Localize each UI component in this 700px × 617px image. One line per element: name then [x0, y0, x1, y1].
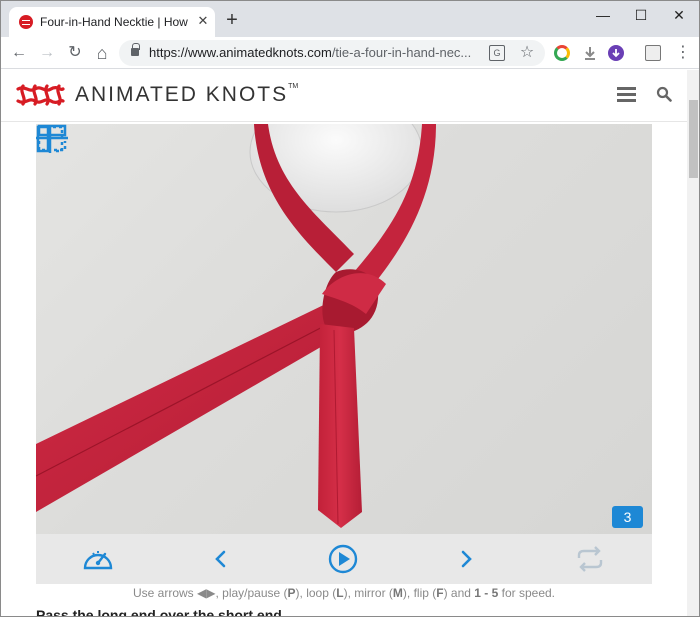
tab-close-icon[interactable]: ✕	[195, 12, 211, 30]
tab-strip: Four-in-Hand Necktie | How to ✕ + — ☐ ✕	[1, 1, 699, 37]
animated-knots-favicon-icon	[19, 15, 33, 29]
site-header: ANIMATED KNOTSTM	[1, 70, 687, 122]
extension-window-icon[interactable]	[645, 45, 661, 61]
keyboard-shortcuts-hint: Use arrows ◀▶, play/pause (P), loop (L),…	[132, 586, 555, 600]
maximize-button[interactable]: ☐	[626, 3, 656, 27]
step-number-badge: 3	[612, 506, 643, 528]
home-button[interactable]: ⌂	[90, 41, 114, 65]
loop-icon[interactable]	[574, 544, 606, 574]
player-controls	[36, 534, 652, 584]
flip-toggle-icon[interactable]	[36, 124, 68, 152]
reload-button[interactable]: ↻	[63, 41, 87, 65]
lock-icon	[131, 43, 140, 56]
browser-toolbar: ← → ↻ ⌂ https://www.animatedknots.com/ti…	[1, 37, 699, 69]
address-bar[interactable]: https://www.animatedknots.com/tie-a-four…	[119, 40, 545, 66]
translate-icon[interactable]: G	[489, 45, 505, 61]
bookmark-star-icon[interactable]: ☆	[518, 42, 536, 62]
page-scrollbar[interactable]	[687, 70, 699, 616]
hamburger-menu-icon[interactable]	[617, 87, 636, 102]
play-pause-icon[interactable]	[327, 544, 359, 574]
animated-knots-logo-icon[interactable]	[15, 82, 65, 108]
knot-animation-frame[interactable]: 3	[36, 124, 652, 534]
minimize-button[interactable]: —	[588, 3, 618, 27]
necktie-photo	[36, 124, 436, 528]
browser-window: Four-in-Hand Necktie | How to ✕ + — ☐ ✕ …	[0, 0, 700, 617]
instruction-text: Pass the long end over the short end	[36, 607, 676, 617]
speed-gauge-icon[interactable]	[82, 544, 114, 574]
url-text[interactable]: https://www.animatedknots.com/tie-a-four…	[149, 45, 479, 60]
site-search-icon[interactable]	[656, 86, 672, 102]
extension-purple-icon[interactable]	[608, 45, 624, 61]
tab-title: Four-in-Hand Necktie | How to	[40, 15, 190, 29]
scrollbar-thumb[interactable]	[689, 100, 698, 178]
forward-button[interactable]: →	[35, 41, 59, 65]
back-button[interactable]: ←	[7, 41, 31, 65]
instruction-partial-line: Pass the long end over the short end	[36, 607, 282, 617]
next-step-icon[interactable]	[457, 544, 475, 574]
new-tab-button[interactable]: +	[223, 10, 241, 30]
site-logo-text[interactable]: ANIMATED KNOTSTM	[75, 83, 298, 107]
extension-download-icon[interactable]	[582, 45, 598, 61]
browser-tab[interactable]: Four-in-Hand Necktie | How to ✕	[9, 7, 215, 37]
browser-menu-icon[interactable]: ⋮	[673, 41, 693, 65]
close-window-button[interactable]: ✕	[664, 3, 694, 27]
previous-step-icon[interactable]	[212, 544, 230, 574]
extension-chrome-icon[interactable]	[554, 45, 570, 61]
